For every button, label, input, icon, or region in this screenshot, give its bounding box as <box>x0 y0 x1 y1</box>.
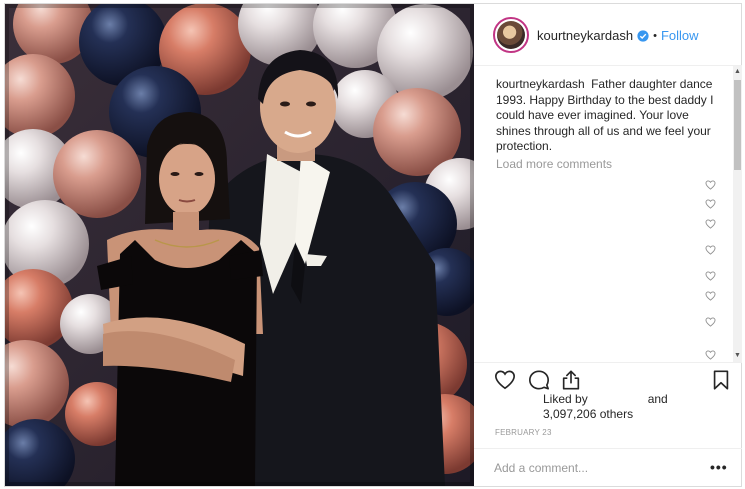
small-heart-icon[interactable] <box>705 219 716 229</box>
scroll-up-arrow-icon[interactable]: ▲ <box>734 68 741 76</box>
user-line: kourtneykardash • Follow <box>537 28 699 43</box>
photo-illustration <box>5 4 474 486</box>
add-comment-input[interactable] <box>494 460 694 476</box>
scroll-thumb[interactable] <box>734 80 741 170</box>
scroll-down-arrow-icon[interactable]: ▼ <box>734 352 741 360</box>
caption-username[interactable]: kourtneykardash <box>496 77 585 91</box>
follow-button[interactable]: Follow <box>661 28 699 43</box>
avatar-image <box>497 21 525 49</box>
action-bar <box>474 362 742 396</box>
username-link[interactable]: kourtneykardash <box>537 28 633 43</box>
share-icon[interactable] <box>560 369 582 391</box>
small-heart-icon[interactable] <box>705 180 716 190</box>
post-side-panel: kourtneykardash • Follow kourtneykardash… <box>474 4 742 486</box>
load-more-comments-button[interactable]: Load more comments <box>496 157 612 171</box>
post-date[interactable]: FEBRUARY 23 <box>495 428 552 437</box>
small-heart-icon[interactable] <box>705 245 716 255</box>
avatar[interactable] <box>493 17 529 53</box>
heart-icon[interactable] <box>494 369 516 391</box>
liked-and-label: and <box>647 392 668 406</box>
small-heart-icon[interactable] <box>705 350 716 360</box>
add-comment-bar: ••• <box>474 448 742 486</box>
post-header: kourtneykardash • Follow <box>474 4 742 66</box>
post-photo[interactable] <box>5 4 474 486</box>
verified-badge-icon <box>637 29 649 42</box>
liked-by-label: Liked by <box>543 392 588 406</box>
comments-section: kourtneykardash Father daughter dance 19… <box>474 66 742 362</box>
separator-dot: • <box>653 29 657 42</box>
comments-scrollbar[interactable]: ▲ ▼ <box>733 66 742 362</box>
small-heart-icon[interactable] <box>705 317 716 327</box>
post-caption: kourtneykardash Father daughter dance 19… <box>496 77 718 155</box>
small-heart-icon[interactable] <box>705 271 716 281</box>
small-heart-icon[interactable] <box>705 291 716 301</box>
likes-count[interactable]: 3,097,206 others <box>543 407 668 422</box>
likes-summary: Liked by and 3,097,206 others <box>543 392 668 422</box>
comment-icon[interactable] <box>528 369 550 391</box>
instagram-post: kourtneykardash • Follow kourtneykardash… <box>4 3 742 487</box>
bookmark-icon[interactable] <box>710 369 732 391</box>
small-heart-icon[interactable] <box>705 199 716 209</box>
more-options-button[interactable]: ••• <box>710 459 728 475</box>
